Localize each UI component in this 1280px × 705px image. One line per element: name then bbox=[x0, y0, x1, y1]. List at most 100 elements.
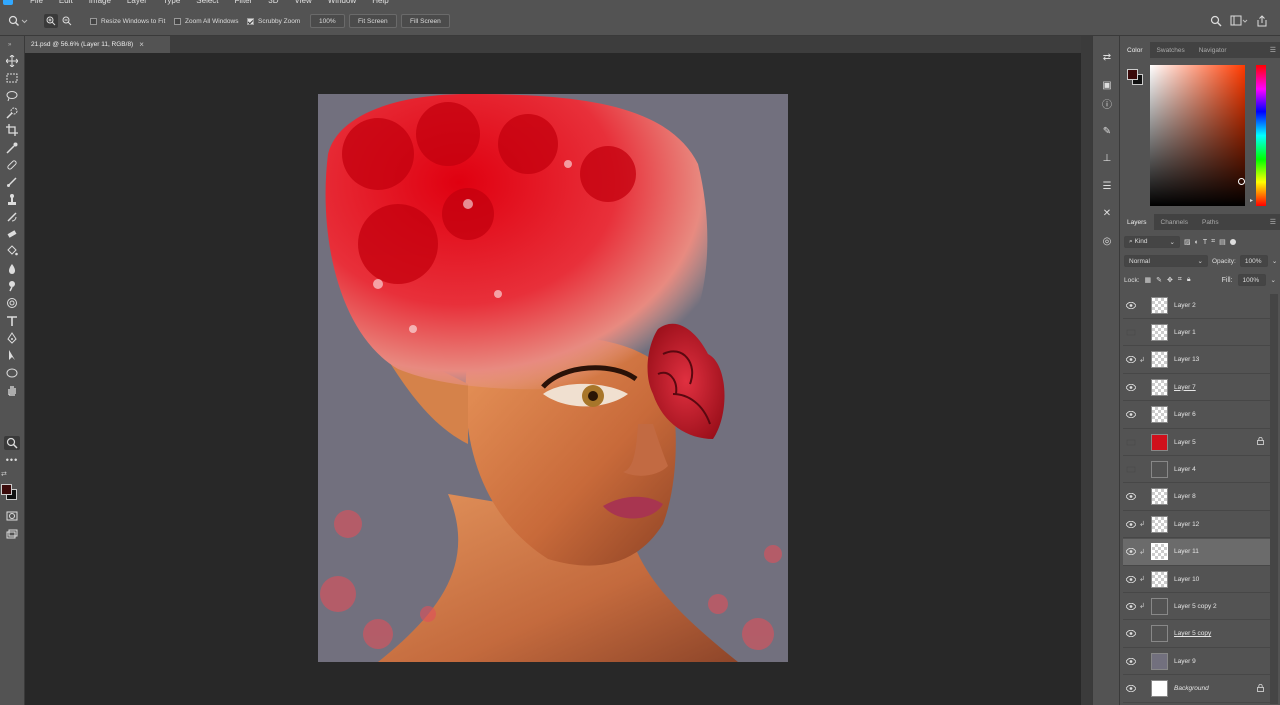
healing-brush-tool-icon[interactable] bbox=[4, 158, 20, 172]
zoom-value-field[interactable]: 100% bbox=[310, 14, 345, 28]
visibility-eye-icon[interactable] bbox=[1125, 299, 1137, 311]
layer-row[interactable]: Layer 6 bbox=[1123, 402, 1270, 429]
menu-item-file[interactable]: File bbox=[30, 0, 43, 5]
quick-mask-icon[interactable] bbox=[4, 509, 20, 523]
layer-name[interactable]: Layer 13 bbox=[1174, 356, 1270, 363]
zoom-out-button[interactable] bbox=[62, 6, 72, 36]
tab-swatches[interactable]: Swatches bbox=[1150, 42, 1192, 58]
menu-item-image[interactable]: Image bbox=[89, 0, 111, 5]
close-tab-icon[interactable]: × bbox=[139, 40, 144, 49]
sponge-tool-icon[interactable] bbox=[4, 296, 20, 310]
visibility-eye-icon[interactable] bbox=[1125, 491, 1137, 503]
blend-mode-select[interactable]: Normal ⌄ bbox=[1124, 255, 1208, 267]
layer-thumbnail[interactable] bbox=[1151, 351, 1168, 369]
brush-tool-icon[interactable] bbox=[4, 175, 20, 189]
history-brush-tool-icon[interactable] bbox=[4, 210, 20, 224]
screen-mode-icon[interactable] bbox=[4, 527, 20, 541]
color-picker-handle[interactable] bbox=[1238, 178, 1245, 185]
visibility-eye-icon[interactable] bbox=[1125, 409, 1137, 421]
zoom-in-button[interactable] bbox=[44, 6, 58, 36]
crop-tool-icon[interactable] bbox=[4, 123, 20, 137]
layer-name[interactable]: Layer 5 copy bbox=[1174, 630, 1270, 637]
visibility-eye-icon[interactable] bbox=[1125, 463, 1137, 475]
lasso-tool-icon[interactable] bbox=[4, 89, 20, 103]
tab-paths[interactable]: Paths bbox=[1195, 214, 1226, 230]
filter-pixel-icon[interactable]: ▨ bbox=[1184, 238, 1191, 246]
lock-position-icon[interactable]: ✥ bbox=[1167, 276, 1173, 284]
menu-item-type[interactable]: Type bbox=[163, 0, 180, 5]
layer-thumbnail[interactable] bbox=[1151, 378, 1168, 396]
ellipse-tool-icon[interactable] bbox=[4, 366, 20, 380]
layer-thumbnail[interactable] bbox=[1151, 652, 1168, 670]
visibility-eye-icon[interactable] bbox=[1125, 683, 1137, 695]
layer-thumbnail[interactable] bbox=[1151, 570, 1168, 588]
layer-thumbnail[interactable] bbox=[1151, 296, 1168, 314]
document-tab[interactable]: 21.psd @ 56.6% (Layer 11, RGB/8) × bbox=[25, 36, 170, 53]
chevron-down-icon[interactable]: ⌄ bbox=[1271, 276, 1276, 284]
visibility-eye-icon[interactable] bbox=[1125, 354, 1137, 366]
zoom-all-windows-checkbox[interactable]: Zoom All Windows bbox=[174, 17, 238, 25]
layer-name[interactable]: Layer 7 bbox=[1174, 384, 1270, 391]
visibility-eye-icon[interactable] bbox=[1125, 573, 1137, 585]
layer-row[interactable]: Background bbox=[1123, 676, 1270, 703]
lock-image-icon[interactable]: ✎ bbox=[1156, 276, 1162, 284]
layer-thumbnail[interactable] bbox=[1151, 460, 1168, 478]
swap-colors-icon[interactable]: ⇄ bbox=[1, 470, 23, 480]
layer-row[interactable]: ↲ Layer 13 bbox=[1123, 347, 1270, 374]
blur-tool-icon[interactable] bbox=[4, 262, 20, 276]
menu-item-help[interactable]: Help bbox=[372, 0, 388, 5]
filter-toggle-icon[interactable] bbox=[1229, 239, 1236, 245]
libraries-icon[interactable]: ▣ bbox=[1100, 78, 1114, 92]
visibility-eye-icon[interactable] bbox=[1125, 655, 1137, 667]
hand-tool-icon[interactable] bbox=[4, 383, 20, 397]
foreground-color-swatch[interactable] bbox=[1127, 69, 1138, 80]
layer-thumbnail[interactable] bbox=[1151, 433, 1168, 451]
layer-row[interactable]: ↲ Layer 10 bbox=[1123, 566, 1270, 593]
layer-name[interactable]: Layer 11 bbox=[1174, 548, 1270, 555]
layer-name[interactable]: Layer 6 bbox=[1174, 411, 1270, 418]
visibility-eye-icon[interactable] bbox=[1125, 546, 1137, 558]
layer-name[interactable]: Layer 9 bbox=[1174, 658, 1270, 665]
zoom-tool-icon[interactable] bbox=[4, 436, 20, 450]
layer-name[interactable]: Layer 4 bbox=[1174, 466, 1270, 473]
fill-input[interactable]: 100% bbox=[1237, 274, 1266, 286]
visibility-eye-icon[interactable] bbox=[1125, 628, 1137, 640]
layer-row[interactable]: ↲ Layer 11 bbox=[1123, 538, 1270, 566]
quick-selection-tool-icon[interactable] bbox=[4, 106, 20, 120]
layer-row[interactable]: Layer 9 bbox=[1123, 648, 1270, 676]
share-icon[interactable] bbox=[1256, 15, 1268, 27]
clone-stamp-tool-icon[interactable] bbox=[4, 193, 20, 207]
pen-tool-icon[interactable] bbox=[4, 331, 20, 345]
more-tools-icon[interactable]: ••• bbox=[4, 453, 20, 467]
tool-presets-icon[interactable]: ✕ bbox=[1100, 206, 1114, 220]
collapse-icon[interactable]: » bbox=[8, 42, 11, 48]
visibility-eye-icon[interactable] bbox=[1125, 381, 1137, 393]
layer-row[interactable]: Layer 5 bbox=[1123, 429, 1270, 456]
layer-thumbnail[interactable] bbox=[1151, 515, 1168, 533]
layer-name[interactable]: Layer 10 bbox=[1174, 576, 1270, 583]
layer-thumbnail[interactable] bbox=[1151, 488, 1168, 506]
filter-shape-icon[interactable]: ⌗ bbox=[1211, 238, 1215, 246]
visibility-eye-icon[interactable] bbox=[1125, 518, 1137, 530]
resize-windows-checkbox[interactable]: Resize Windows to Fit bbox=[90, 17, 165, 25]
layer-name[interactable]: Layer 1 bbox=[1174, 329, 1270, 336]
layer-thumbnail[interactable] bbox=[1151, 680, 1168, 698]
eyedropper-tool-icon[interactable] bbox=[4, 141, 20, 155]
clone-source-icon[interactable]: ⊥ bbox=[1100, 151, 1114, 165]
layer-name[interactable]: Layer 5 copy 2 bbox=[1174, 603, 1270, 610]
menu-item-window[interactable]: Window bbox=[328, 0, 356, 5]
chevron-down-icon[interactable]: ⌄ bbox=[1272, 257, 1277, 265]
move-tool-icon[interactable] bbox=[4, 54, 20, 68]
menu-item-3d[interactable]: 3D bbox=[268, 0, 278, 5]
layer-name[interactable]: Layer 5 bbox=[1174, 439, 1257, 446]
layer-thumbnail[interactable] bbox=[1151, 543, 1168, 561]
visibility-eye-icon[interactable] bbox=[1125, 600, 1137, 612]
opacity-input[interactable]: 100% bbox=[1239, 255, 1268, 267]
fit-screen-button[interactable]: Fit Screen bbox=[349, 14, 397, 28]
layer-row[interactable]: Layer 7 bbox=[1123, 374, 1270, 402]
layer-name[interactable]: Layer 8 bbox=[1174, 493, 1270, 500]
filter-adjustment-icon[interactable]: ◐ bbox=[1195, 239, 1199, 246]
layer-row[interactable]: Layer 5 copy bbox=[1123, 621, 1270, 648]
eraser-tool-icon[interactable] bbox=[4, 227, 20, 241]
adjustments-icon[interactable]: ☰ bbox=[1100, 179, 1114, 193]
